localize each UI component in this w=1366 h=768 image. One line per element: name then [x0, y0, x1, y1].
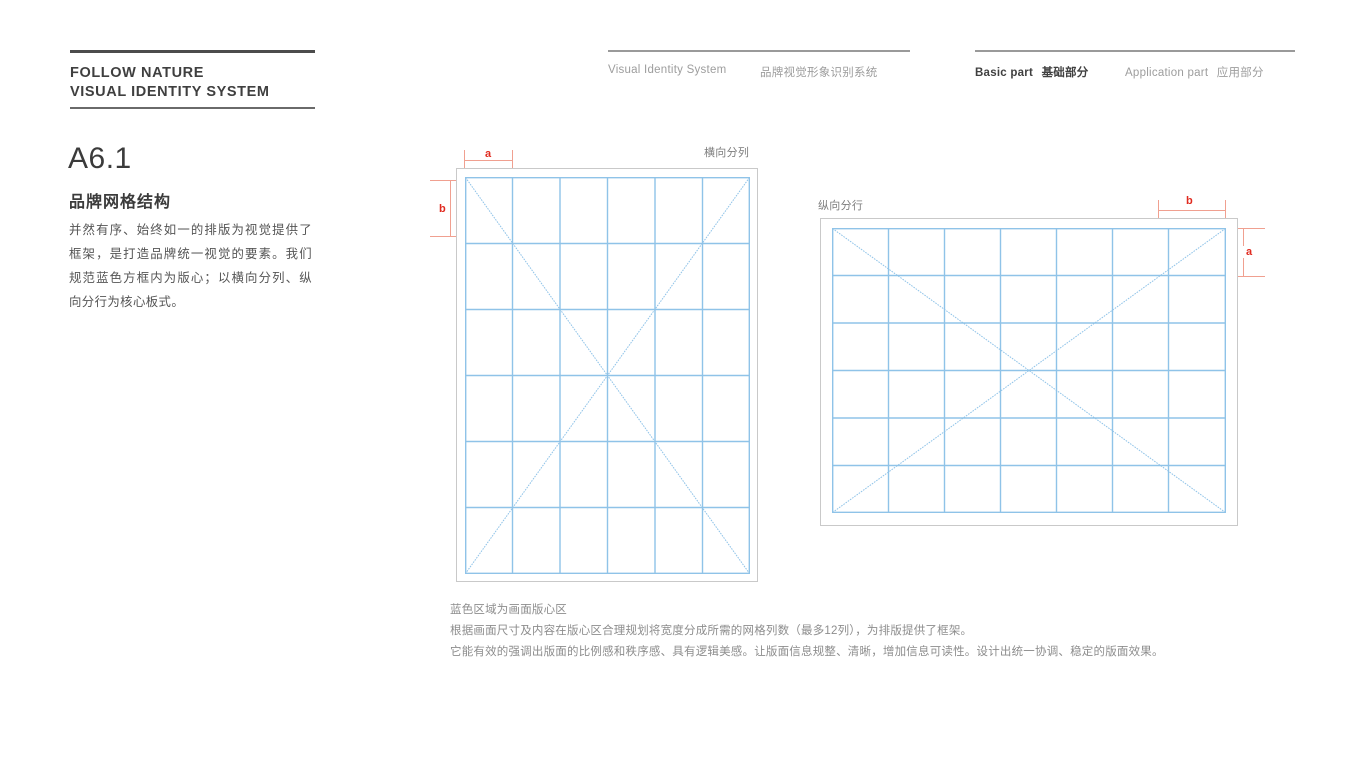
nav-group-parts: Basic part 基础部分 Application part 应用部分 — [975, 50, 1295, 80]
nav-item-application-part[interactable]: Application part 应用部分 — [1125, 64, 1264, 80]
section-description: 并然有序、始终如一的排版为视觉提供了框架，是打造品牌统一视觉的要素。我们规范蓝色… — [69, 223, 312, 309]
landscape-blue-grid — [832, 228, 1226, 513]
nav-item-basic-part-en: Basic part — [975, 67, 1034, 79]
dimension-a-top-label: a — [482, 148, 495, 160]
nav-items-right: Basic part 基础部分 Application part 应用部分 — [975, 52, 1295, 80]
section-code: A6.1 — [68, 142, 132, 175]
brand-block: FOLLOW NATURE VISUAL IDENTITY SYSTEM — [70, 50, 315, 109]
brand-names: FOLLOW NATURE VISUAL IDENTITY SYSTEM — [70, 53, 315, 107]
landscape-page-frame — [820, 218, 1238, 526]
notes-block: 蓝色区域为画面版心区 根据画面尺寸及内容在版心区合理规划将宽度分成所需的网格列数… — [450, 600, 1164, 663]
dimension-a-right-label: a — [1243, 246, 1256, 258]
dimension-b-left-label: b — [436, 203, 449, 215]
portrait-grid-svg — [465, 177, 750, 574]
brand-line-primary: FOLLOW NATURE — [70, 65, 204, 81]
brand-line-secondary: VISUAL IDENTITY SYSTEM — [70, 84, 270, 100]
figure-landscape-caption: 纵向分行 — [818, 200, 864, 212]
landscape-grid-svg — [832, 228, 1226, 513]
section-title: 品牌网格结构 — [69, 194, 172, 211]
nav-item-basic-part-cn: 基础部分 — [1041, 67, 1089, 79]
nav-item-visual-identity-system-cn[interactable]: 品牌视觉形象识别系统 — [760, 64, 878, 80]
note-line-2: 根据画面尺寸及内容在版心区合理规划将宽度分成所需的网格列数（最多12列），为排版… — [450, 625, 973, 637]
nav-group-system: Visual Identity System 品牌视觉形象识别系统 — [608, 50, 910, 80]
note-line-3: 它能有效的强调出版面的比例感和秩序感、具有逻辑美感。让版面信息规整、清晰，增加信… — [450, 646, 1164, 658]
note-line-1: 蓝色区域为画面版心区 — [450, 604, 567, 616]
nav-item-visual-identity-system-en[interactable]: Visual Identity System — [608, 64, 760, 80]
nav-item-basic-part[interactable]: Basic part 基础部分 — [975, 64, 1125, 80]
portrait-page-frame — [456, 168, 758, 582]
nav-items-left: Visual Identity System 品牌视觉形象识别系统 — [608, 52, 910, 80]
dimension-b-top-label: b — [1183, 195, 1196, 207]
portrait-blue-grid — [465, 177, 750, 574]
figure-portrait-caption: 横向分列 — [704, 147, 750, 159]
nav-item-application-part-en: Application part — [1125, 67, 1209, 79]
nav-item-application-part-cn: 应用部分 — [1216, 67, 1264, 79]
brand-rule-bottom — [70, 107, 315, 109]
